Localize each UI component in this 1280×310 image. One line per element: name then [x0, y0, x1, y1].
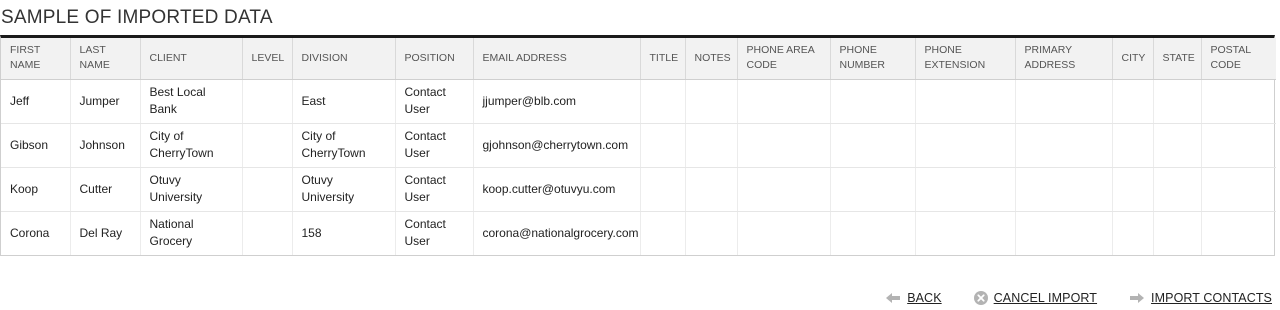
cell-first-name: Gibson: [1, 123, 70, 168]
column-header-position: POSITION: [394, 38, 473, 80]
cell-client: Otuvy University: [139, 167, 242, 212]
import-contacts-button[interactable]: IMPORT CONTACTS: [1129, 291, 1272, 305]
cell-postal-code: [1200, 79, 1276, 124]
column-header-last-name: LAST NAME: [69, 38, 140, 80]
table-row: Gibson Johnson City of CherryTown City of C…: [1, 123, 1276, 168]
cell-phone-number: [829, 79, 915, 124]
column-header-title: TITLE: [639, 38, 685, 80]
cell-state: [1152, 167, 1201, 212]
cancel-circle-icon: [973, 291, 988, 305]
cell-postal-code: [1200, 123, 1276, 168]
back-label: BACK: [907, 291, 942, 305]
cell-primary-address: [1014, 167, 1112, 212]
cell-state: [1152, 123, 1201, 168]
cell-first-name: Jeff: [1, 79, 70, 124]
cell-client: Best Local Bank: [139, 79, 242, 124]
cell-last-name: Jumper: [69, 79, 140, 124]
cell-state: [1152, 211, 1201, 255]
column-header-division: DIVISION: [291, 38, 395, 80]
column-header-phone-area-code: PHONE AREA CODE: [736, 38, 830, 80]
cell-primary-address: [1014, 79, 1112, 124]
cell-first-name: Koop: [1, 167, 70, 212]
cell-title: [639, 79, 685, 124]
cell-level: [241, 79, 292, 124]
cell-phone-extension: [914, 123, 1015, 168]
cell-email: corona@nationalgrocery.com: [472, 211, 640, 255]
cell-client: City of CherryTown: [139, 123, 242, 168]
cell-phone-area-code: [736, 123, 830, 168]
column-header-client: CLIENT: [139, 38, 242, 80]
column-header-state: STATE: [1152, 38, 1201, 80]
column-header-primary-address: PRIMARY ADDRESS: [1014, 38, 1112, 80]
cell-city: [1111, 123, 1153, 168]
cell-notes: [684, 211, 737, 255]
cell-title: [639, 211, 685, 255]
cell-position: Contact User: [394, 79, 473, 124]
cell-phone-number: [829, 167, 915, 212]
column-header-phone-extension: PHONE EXTENSION: [914, 38, 1015, 80]
import-contacts-label: IMPORT CONTACTS: [1151, 291, 1272, 305]
column-header-postal-code: POSTAL CODE: [1200, 38, 1276, 80]
table-row: Corona Del Ray National Grocery 158 Contact …: [1, 211, 1276, 255]
arrow-left-icon: [885, 292, 901, 304]
cancel-import-button[interactable]: CANCEL IMPORT: [973, 291, 1098, 305]
cell-email: gjohnson@cherrytown.com: [472, 123, 640, 168]
cell-position: Contact User: [394, 167, 473, 212]
column-header-first-name: FIRST NAME: [1, 38, 70, 80]
cell-division: Otuvy University: [291, 167, 395, 212]
table-row: Koop Cutter Otuvy University Otuvy Universi…: [1, 167, 1276, 212]
column-header-level: LEVEL: [241, 38, 292, 80]
cell-notes: [684, 123, 737, 168]
cell-last-name: Del Ray: [69, 211, 140, 255]
cell-level: [241, 167, 292, 212]
column-header-email: EMAIL ADDRESS: [472, 38, 640, 80]
column-header-phone-number: PHONE NUMBER: [829, 38, 915, 80]
imported-data-table: FIRST NAME LAST NAME CLIENT LEVEL DIVISI…: [0, 35, 1276, 256]
cell-last-name: Cutter: [69, 167, 140, 212]
cell-phone-area-code: [736, 79, 830, 124]
cell-email: koop.cutter@otuvyu.com: [472, 167, 640, 212]
back-button[interactable]: BACK: [885, 291, 942, 305]
cell-email: jjumper@blb.com: [472, 79, 640, 124]
cell-phone-area-code: [736, 211, 830, 255]
cancel-import-label: CANCEL IMPORT: [993, 291, 1098, 305]
column-header-notes: NOTES: [684, 38, 737, 80]
cell-primary-address: [1014, 211, 1112, 255]
arrow-right-icon: [1129, 292, 1145, 304]
cell-postal-code: [1200, 167, 1276, 212]
cell-primary-address: [1014, 123, 1112, 168]
cell-first-name: Corona: [10, 225, 50, 240]
cell-client: National Grocery: [139, 211, 242, 255]
cell-division: East: [291, 79, 395, 124]
cell-title: [639, 167, 685, 212]
cell-state: [1152, 79, 1201, 124]
cell-level: [241, 123, 292, 168]
cell-notes: [684, 79, 737, 124]
cell-notes: [684, 167, 737, 212]
column-header-city: CITY: [1111, 38, 1153, 80]
cell-city: [1111, 211, 1153, 255]
cell-title: [639, 123, 685, 168]
cell-division: 158: [291, 211, 395, 255]
header-row: FIRST NAME LAST NAME CLIENT LEVEL DIVISI…: [1, 38, 1276, 80]
cell-city: [1111, 167, 1153, 212]
cell-position: Contact User: [394, 211, 473, 255]
cell-phone-number: [829, 123, 915, 168]
cell-phone-extension: [914, 211, 1015, 255]
cell-phone-area-code: [736, 167, 830, 212]
cell-position: Contact User: [394, 123, 473, 168]
table-row: Jeff Jumper Best Local Bank East Contact Use…: [1, 79, 1276, 124]
page-title: SAMPLE OF IMPORTED DATA: [1, 7, 273, 28]
cell-postal-code: [1200, 211, 1276, 255]
cell-last-name: Johnson: [69, 123, 140, 168]
cell-phone-number: [829, 211, 915, 255]
cell-city: [1111, 79, 1153, 124]
cell-level: [241, 211, 292, 255]
cell-division: City of CherryTown: [291, 123, 395, 168]
import-actions: BACK CANCEL IMPORT IMPORT CONTACTS: [885, 291, 1272, 305]
cell-phone-extension: [914, 79, 1015, 124]
cell-phone-extension: [914, 167, 1015, 212]
